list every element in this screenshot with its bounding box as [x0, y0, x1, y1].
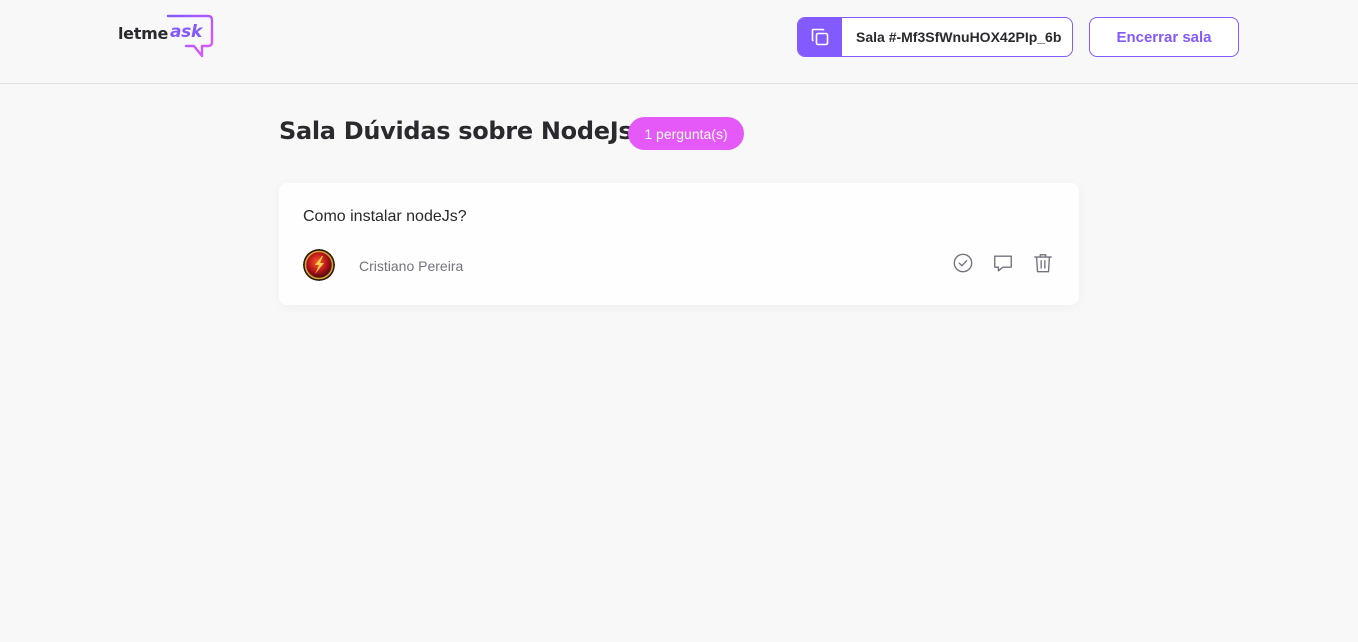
close-room-button[interactable]: Encerrar sala [1089, 17, 1239, 57]
copy-icon [798, 18, 842, 56]
answer-bubble-icon [994, 255, 1012, 272]
delete-question-button[interactable] [1031, 251, 1055, 275]
trash-icon [1034, 254, 1052, 273]
question-count-badge: 1 pergunta(s) [628, 117, 744, 150]
author-name: Cristiano Pereira [359, 258, 464, 274]
highlight-question-button[interactable] [991, 251, 1015, 275]
question-content: Como instalar nodeJs? [303, 208, 467, 225]
logo-text-letme: letme [118, 24, 169, 43]
avatar [303, 249, 335, 281]
room-code-text: Sala #-Mf3SfWnuHOX42PIp_6b [856, 29, 1062, 45]
check-circle-icon [953, 253, 973, 273]
logo-text-ask: ask [170, 22, 202, 42]
check-question-button[interactable] [951, 251, 975, 275]
question-card: Como instalar nodeJs? Cristiano Pereira [279, 183, 1079, 305]
room-code-copy-button[interactable]: Sala #-Mf3SfWnuHOX42PIp_6b [797, 17, 1073, 57]
room-title: Sala Dúvidas sobre NodeJs [279, 117, 633, 145]
letmeask-logo[interactable]: letme ask [118, 14, 214, 60]
app-header: letme ask Sala #-Mf3SfWnuHOX42PIp_6b Enc… [0, 0, 1358, 84]
